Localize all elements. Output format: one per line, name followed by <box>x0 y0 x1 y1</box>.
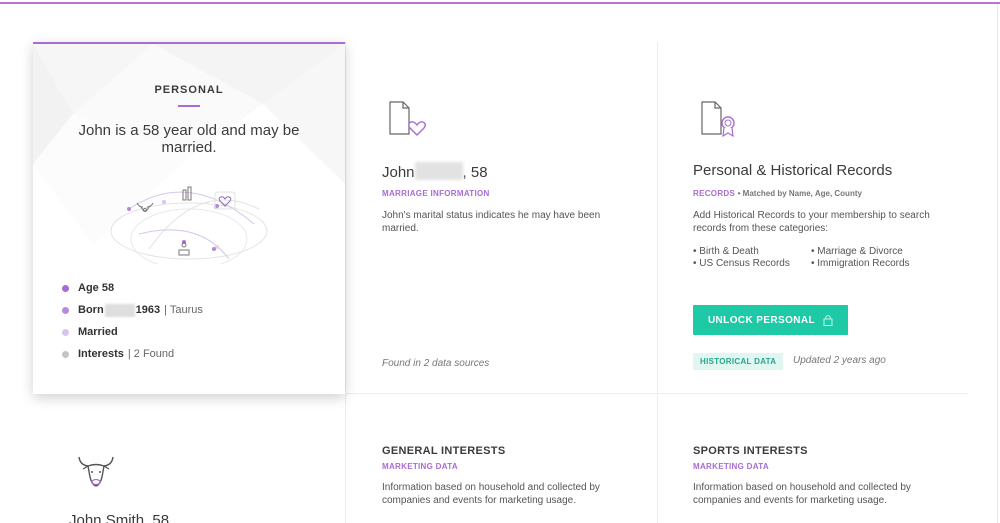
records-category: • Immigration Records <box>811 258 910 269</box>
fact-married: Married <box>62 321 203 343</box>
redacted-birthdate <box>104 303 135 317</box>
marriage-title-first: John <box>382 164 415 181</box>
records-eyebrow-sub: • Matched by Name, Age, County <box>737 189 862 198</box>
personal-summary: John is a 58 year old and may be married… <box>78 122 300 156</box>
fact-dot <box>62 306 69 314</box>
marriage-footer: Found in 2 data sources <box>382 358 490 369</box>
records-category: • Marriage & Divorce <box>811 246 903 257</box>
top-accent-line <box>0 2 1000 4</box>
document-heart-icon <box>389 101 426 136</box>
marriage-title: John , 58 <box>382 162 488 181</box>
fact-interests-count: | 2 Found <box>127 348 175 360</box>
marriage-eyebrow: MARRIAGE INFORMATION <box>382 189 490 198</box>
right-border <box>997 4 998 523</box>
fact-born-sign: | Taurus <box>164 304 203 316</box>
fact-married-label: Married <box>78 326 118 338</box>
unlock-personal-button[interactable]: UNLOCK PERSONAL <box>693 305 848 335</box>
personal-card: PERSONAL John is a 58 year old and may b… <box>33 42 345 394</box>
redacted-name <box>414 162 463 180</box>
grid-divider <box>345 393 968 394</box>
general-interests-eyebrow: MARKETING DATA <box>382 462 458 471</box>
marriage-title-age: , 58 <box>462 164 488 181</box>
fact-age: Age 58 <box>62 277 203 299</box>
sports-interests-eyebrow: MARKETING DATA <box>693 462 769 471</box>
grid-divider <box>345 42 346 523</box>
fact-born-label: Born <box>78 304 104 316</box>
records-eyebrow-label: RECORDS <box>693 189 736 198</box>
records-updated: Updated 2 years ago <box>793 355 886 366</box>
fact-age-label: Age 58 <box>78 282 115 294</box>
records-eyebrow: RECORDS • Matched by Name, Age, County <box>693 189 862 198</box>
fact-interests-label: Interests <box>78 348 124 360</box>
taurus-bull-icon <box>78 456 114 487</box>
historical-data-badge: HISTORICAL DATA <box>693 353 784 370</box>
fact-born-year: 1963 <box>135 304 161 316</box>
marriage-body: John's marital status indicates he may h… <box>382 210 601 234</box>
sports-interests-title: SPORTS INTERESTS <box>693 445 808 457</box>
fact-dot <box>62 350 69 358</box>
lock-icon <box>823 315 833 326</box>
general-interests-title: GENERAL INTERESTS <box>382 445 506 457</box>
fact-interests: Interests | 2 Found <box>62 343 203 365</box>
personal-orbit-graphic <box>110 186 268 264</box>
fact-born: Born 1963 | Taurus <box>62 299 203 321</box>
zodiac-title: John Smith, 58 <box>69 512 170 523</box>
unlock-button-label: UNLOCK PERSONAL <box>707 314 816 326</box>
general-interests-body: Information based on household and colle… <box>382 482 600 506</box>
fact-dot <box>62 284 69 292</box>
document-award-icon <box>701 101 735 137</box>
eyebrow-underline <box>178 105 200 107</box>
fact-dot <box>62 328 69 336</box>
sports-interests-body: Information based on household and colle… <box>693 482 911 506</box>
records-title: Personal & Historical Records <box>693 162 893 179</box>
records-categories: • Birth & Death • Marriage & Divorce • U… <box>693 246 931 269</box>
personal-facts-list: Age 58 Born 1963 | Taurus Married Intere… <box>62 277 203 365</box>
grid-divider <box>657 42 658 523</box>
records-body: Add Historical Records to your membershi… <box>693 210 930 234</box>
records-category: • Birth & Death <box>693 246 759 257</box>
records-category: • US Census Records <box>693 258 790 269</box>
personal-eyebrow: PERSONAL <box>154 84 224 96</box>
